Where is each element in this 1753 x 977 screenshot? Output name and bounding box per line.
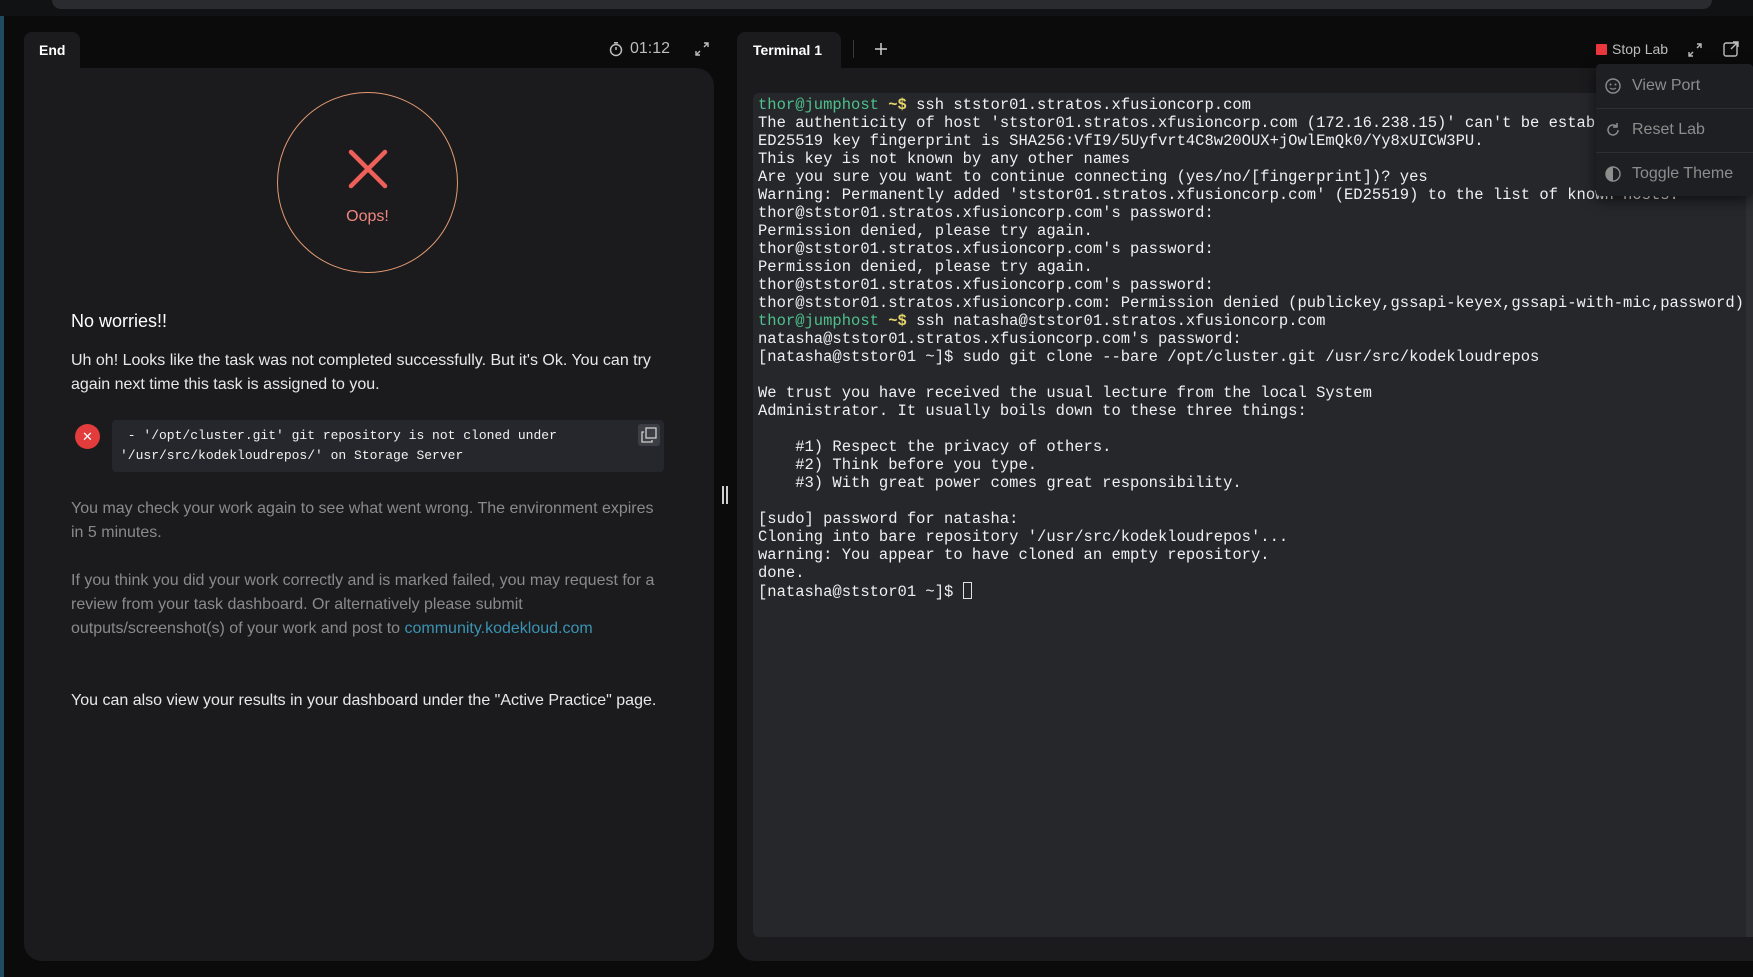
terminal-line: warning: You appear to have cloned an em… (758, 546, 1753, 564)
stopwatch-icon (609, 42, 623, 57)
error-message-box: - '/opt/cluster.git' git repository is n… (112, 420, 664, 472)
terminal-line: #3) With great power comes great respons… (758, 474, 1753, 492)
tab-divider (853, 40, 854, 58)
tab-end-label: End (39, 42, 66, 58)
terminal-line: Cloning into bare repository '/usr/src/k… (758, 528, 1753, 546)
theme-half-circle-icon (1605, 166, 1621, 182)
terminal-line: thor@ststor01.stratos.xfusioncorp.com: P… (758, 294, 1753, 312)
window-edge (0, 16, 4, 977)
terminal-text: We trust you have received the usual lec… (758, 384, 1372, 402)
external-link-icon[interactable] (1722, 40, 1740, 58)
menu-item-toggle-theme[interactable]: Toggle Theme (1596, 152, 1753, 196)
terminal-text: thor@ststor01.stratos.xfusioncorp.com's … (758, 276, 1214, 294)
tab-terminal-1[interactable]: Terminal 1 (737, 32, 841, 68)
terminal-line: thor@ststor01.stratos.xfusioncorp.com's … (758, 204, 1753, 222)
result-heading: No worries!! (71, 311, 168, 331)
terminal-text: done. (758, 564, 805, 582)
terminal-text: #1) Respect the privacy of others. (758, 438, 1112, 456)
terminal-line: We trust you have received the usual lec… (758, 384, 1753, 402)
prompt-user: thor@jumphost (758, 96, 879, 114)
stop-square-icon (1596, 43, 1607, 55)
terminal-line: #1) Respect the privacy of others. (758, 438, 1753, 456)
terminal-text: [natasha@ststor01 ~]$ sudo git clone --b… (758, 348, 1540, 366)
terminal-line: [natasha@ststor01 ~]$ (758, 582, 1753, 601)
terminal-text: thor@ststor01.stratos.xfusioncorp.com: P… (758, 294, 1753, 312)
browser-address-bar[interactable] (52, 0, 1712, 9)
terminal-text: The authenticity of host 'ststor01.strat… (758, 114, 1624, 132)
stop-lab-label: Stop Lab (1612, 41, 1669, 57)
error-message: - '/opt/cluster.git' git repository is n… (120, 428, 557, 463)
browser-top-strip (0, 0, 1753, 16)
timer-value: 01:12 (630, 40, 671, 57)
terminal-text: Permission denied, please try again. (758, 258, 1093, 276)
tab-end[interactable]: End (24, 32, 80, 68)
prompt-path: ~$ (878, 96, 907, 114)
terminal-scrollbar[interactable] (1746, 93, 1753, 937)
add-terminal-plus-icon[interactable] (872, 40, 890, 58)
terminal-line: Permission denied, please try again. (758, 258, 1753, 276)
view-port-icon (1605, 78, 1621, 94)
fail-x-icon (348, 149, 388, 189)
terminal-text: thor@ststor01.stratos.xfusioncorp.com's … (758, 240, 1214, 258)
copy-button[interactable] (638, 424, 660, 446)
expand-terminal-icon[interactable] (1687, 42, 1703, 58)
reset-icon (1607, 123, 1619, 136)
check-again-text: You may check your work again to see wha… (71, 500, 654, 541)
terminal-text: Permission denied, please try again. (758, 222, 1093, 240)
panel-resize-handle[interactable] (722, 486, 729, 504)
timer: 01:12 (608, 40, 670, 58)
prompt-user: thor@jumphost (758, 312, 879, 330)
terminal-text: #2) Think before you type. (758, 456, 1038, 474)
menu-item-view-port[interactable]: View Port (1596, 64, 1753, 108)
terminal-text: ssh natasha@ststor01.stratos.xfusioncorp… (906, 312, 1326, 330)
terminal-text: warning: You appear to have cloned an em… (758, 546, 1270, 564)
prompt-path: ~$ (878, 312, 907, 330)
terminal-text: #3) With great power comes great respons… (758, 474, 1242, 492)
terminal-text: This key is not known by any other names (758, 150, 1131, 168)
terminal-line: thor@ststor01.stratos.xfusioncorp.com's … (758, 240, 1753, 258)
lab-options-menu: View Port Reset Lab Toggle Theme (1596, 64, 1753, 196)
terminal-text: Are you sure you want to continue connec… (758, 168, 1428, 186)
tab-terminal-label: Terminal 1 (753, 42, 822, 58)
oops-badge: Oops! (277, 92, 458, 273)
terminal-text: Cloning into bare repository '/usr/src/k… (758, 528, 1289, 546)
menu-item-toggle-theme-label: Toggle Theme (1632, 165, 1734, 182)
menu-item-view-port-label: View Port (1632, 77, 1701, 94)
result-description: Uh oh! Looks like the task was not compl… (71, 352, 651, 393)
community-link[interactable]: community.kodekloud.com (405, 620, 593, 637)
terminal-line: #2) Think before you type. (758, 456, 1753, 474)
copy-icon (641, 427, 657, 443)
terminal-text: ssh ststor01.stratos.xfusioncorp.com (906, 96, 1251, 114)
menu-item-reset-lab-label: Reset Lab (1632, 121, 1705, 138)
terminal-text: Warning: Permanently added 'ststor01.str… (758, 186, 1679, 204)
expand-icon[interactable] (694, 41, 710, 57)
result-panel: Oops! No worries!! Uh oh! Looks like the… (24, 68, 714, 961)
terminal-text: ED25519 key fingerprint is SHA256:VfI9/5… (758, 132, 1484, 150)
terminal-text: Administrator. It usually boils down to … (758, 402, 1307, 420)
terminal-text: [natasha@ststor01 ~]$ (758, 583, 963, 601)
oops-label: Oops! (346, 208, 389, 225)
terminal-line: [sudo] password for natasha: (758, 510, 1753, 528)
review-text: If you think you did your work correctly… (71, 569, 661, 641)
menu-item-reset-lab[interactable]: Reset Lab (1596, 108, 1753, 152)
terminal-line: done. (758, 564, 1753, 582)
error-icon: ✕ (75, 424, 100, 449)
dashboard-text: You can also view your results in your d… (71, 692, 657, 709)
terminal-line: thor@ststor01.stratos.xfusioncorp.com's … (758, 276, 1753, 294)
terminal-line: thor@jumphost ~$ ssh natasha@ststor01.st… (758, 312, 1753, 330)
terminal-line: natasha@ststor01.stratos.xfusioncorp.com… (758, 330, 1753, 348)
terminal-line: [natasha@ststor01 ~]$ sudo git clone --b… (758, 348, 1753, 366)
terminal-line: Administrator. It usually boils down to … (758, 402, 1753, 420)
terminal-line: Permission denied, please try again. (758, 222, 1753, 240)
terminal-text: thor@ststor01.stratos.xfusioncorp.com's … (758, 204, 1214, 222)
terminal-screen[interactable]: thor@jumphost ~$ ssh ststor01.stratos.xf… (753, 93, 1753, 937)
terminal-text: natasha@ststor01.stratos.xfusioncorp.com… (758, 330, 1242, 348)
stop-lab-button[interactable]: Stop Lab (1596, 41, 1668, 57)
terminal-text: [sudo] password for natasha: (758, 510, 1019, 528)
terminal-cursor (962, 582, 972, 599)
